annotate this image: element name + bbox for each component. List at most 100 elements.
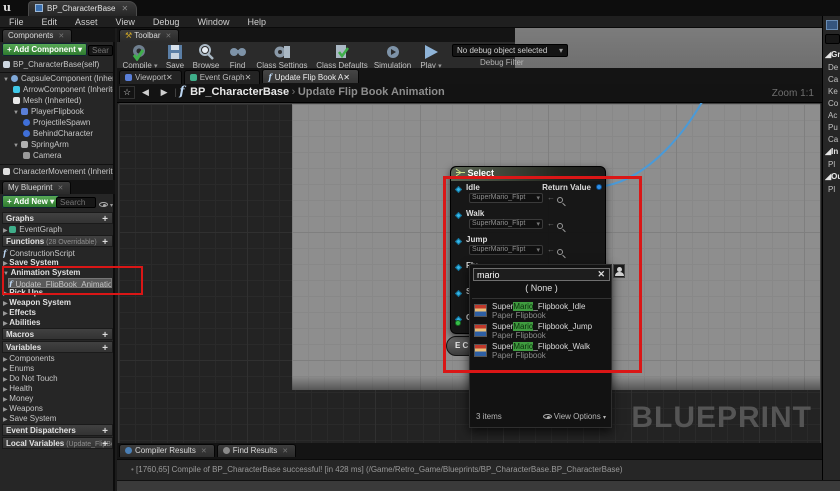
details-property-row[interactable]: De <box>828 63 840 72</box>
expand-arrow-icon[interactable]: ▼ <box>3 77 9 83</box>
add-icon[interactable]: + <box>102 426 108 436</box>
browse-asset-icon[interactable] <box>557 247 563 257</box>
graph-tab-viewport[interactable]: Viewport✕ <box>119 70 182 84</box>
myblueprint-item-animation-system[interactable]: ▼ Animation System <box>3 268 113 278</box>
tab-compiler-results[interactable]: Compiler Results✕ <box>119 444 215 457</box>
section-header-event-dispatchers[interactable]: Event Dispatchers+ <box>2 424 113 436</box>
component-row[interactable]: ▼PlayerFlipbook <box>13 107 113 118</box>
asset-item[interactable]: SuperMario_Flipbook_IdlePaper Flipbook <box>474 302 610 322</box>
graph-tab-event-graph[interactable]: Event Graph✕ <box>184 70 261 84</box>
use-asset-icon[interactable]: ← <box>547 219 555 228</box>
visibility-filter-icon[interactable]: ▾ <box>99 199 113 209</box>
view-options-button[interactable]: View Options ▾ <box>543 412 606 421</box>
select-node-header[interactable]: Select <box>451 167 605 181</box>
use-asset-icon[interactable]: ← <box>547 193 555 202</box>
toolbar-button-browse[interactable]: Browse <box>189 43 223 70</box>
component-row[interactable]: BehindCharacter <box>23 129 113 140</box>
myblueprint-item-abilities[interactable]: ▶ Abilities <box>3 318 113 328</box>
myblueprint-item-constructionscript[interactable]: fConstructionScript <box>3 248 113 258</box>
myblueprint-item-money[interactable]: ▶ Money <box>3 394 113 404</box>
menu-view[interactable]: View <box>107 16 144 27</box>
details-tab-icon[interactable] <box>826 20 838 30</box>
details-property-row[interactable]: Pu <box>828 123 840 132</box>
components-search-input[interactable] <box>88 45 113 56</box>
close-icon[interactable]: ✕ <box>245 73 252 82</box>
tab-components[interactable]: Components✕ <box>2 29 72 42</box>
details-property-row[interactable]: Ca <box>828 75 840 84</box>
toolbar-button-save[interactable]: Save <box>162 43 188 70</box>
browse-asset-icon[interactable] <box>557 195 563 205</box>
close-icon[interactable]: ✕ <box>57 185 63 192</box>
myblueprint-item-save-system[interactable]: ▶ Save System <box>3 258 113 268</box>
tab-find-results[interactable]: Find Results✕ <box>217 444 296 457</box>
menu-file[interactable]: File <box>0 16 33 27</box>
section-header-graphs[interactable]: Graphs+ <box>2 212 113 224</box>
myblueprint-item-eventgraph[interactable]: ▶ EventGraph <box>3 225 113 235</box>
close-icon[interactable]: ✕ <box>166 33 172 40</box>
details-property-row[interactable]: Ca <box>828 135 840 144</box>
myblueprint-item-components[interactable]: ▶ Components <box>3 354 113 364</box>
component-row[interactable]: Mesh (Inherited) <box>13 96 113 107</box>
details-property-row[interactable]: Co <box>828 99 840 108</box>
none-option[interactable]: ( None ) <box>470 283 613 293</box>
myblueprint-item-save-system[interactable]: ▶ Save System <box>3 414 113 424</box>
details-property-row[interactable]: Pl <box>828 160 840 169</box>
menu-window[interactable]: Window <box>188 16 238 27</box>
asset-select-dropdown[interactable]: SuperMario_Flipt▾ <box>469 193 543 203</box>
details-search-input[interactable] <box>825 34 840 44</box>
add-new-button[interactable]: + Add New ▾ <box>2 196 59 206</box>
myblueprint-item-health[interactable]: ▶ Health <box>3 384 113 394</box>
option-pin[interactable] <box>455 238 462 245</box>
asset-item[interactable]: SuperMario_Flipbook_JumpPaper Flipbook <box>474 322 610 342</box>
section-header-functions[interactable]: Functions (28 Overridable)+ <box>2 235 113 247</box>
component-row[interactable]: ▼CapsuleComponent (Inherited) <box>3 74 113 85</box>
myblueprint-item-weapon-system[interactable]: ▶ Weapon System <box>3 298 113 308</box>
add-icon[interactable]: + <box>102 214 108 224</box>
favorite-star-icon[interactable]: ☆ <box>119 86 135 99</box>
breadcrumb-root[interactable]: BP_CharacterBase <box>190 86 289 98</box>
toolbar-button-play[interactable]: Play ▾ <box>414 43 448 70</box>
myblueprint-item-enums[interactable]: ▶ Enums <box>3 364 113 374</box>
close-icon[interactable]: ✕ <box>201 448 207 455</box>
component-row[interactable]: CharacterMovement (Inherited) <box>3 167 113 178</box>
details-property-row[interactable]: Pl <box>828 185 840 194</box>
section-header-local-variables[interactable]: Local Variables (Update_FlipBook+ <box>2 437 113 449</box>
myblueprint-item-update_flipbook_animation[interactable]: fUpdate_FlipBook_Animation <box>8 278 112 288</box>
add-icon[interactable]: + <box>102 237 108 247</box>
nav-forward-icon[interactable]: ▶ <box>156 87 172 98</box>
section-header-variables[interactable]: Variables+ <box>2 341 113 353</box>
use-asset-icon[interactable]: ← <box>547 245 555 254</box>
component-row[interactable]: ▼SpringArm <box>13 140 113 151</box>
details-property-row[interactable]: Ke <box>828 87 840 96</box>
asset-item[interactable]: SuperMario_Flipbook_WalkPaper Flipbook <box>474 342 610 362</box>
option-pin[interactable] <box>455 290 462 297</box>
nav-back-icon[interactable]: ◀ <box>138 87 154 98</box>
myblueprint-item-weapons[interactable]: ▶ Weapons <box>3 404 113 414</box>
component-row[interactable]: Camera <box>23 151 113 162</box>
option-pin[interactable] <box>455 186 462 193</box>
asset-select-dropdown[interactable]: SuperMario_Flipt▾ <box>469 219 543 229</box>
tab-my-blueprint[interactable]: My Blueprint✕ <box>2 181 71 194</box>
expand-arrow-icon[interactable]: ▼ <box>13 143 19 149</box>
toolbar-button-class-defaults[interactable]: Class Defaults <box>313 43 371 70</box>
menu-help[interactable]: Help <box>238 16 275 27</box>
add-icon[interactable]: + <box>102 439 108 449</box>
component-row[interactable]: ArrowComponent (Inherited) <box>13 85 113 96</box>
myblueprint-item-pick-ups[interactable]: ▶ Pick Ups <box>3 288 113 298</box>
component-row[interactable]: BP_CharacterBase(self) <box>3 60 113 71</box>
details-section-header[interactable]: ◢Gr <box>825 50 840 59</box>
asset-select-dropdown[interactable]: SuperMario_Flipt▾ <box>469 245 543 255</box>
toolbar-button-compile[interactable]: Compile ▾ <box>120 43 160 70</box>
graph-tab-update-flip-book-a[interactable]: fUpdate Flip Book A✕ <box>262 69 359 83</box>
menu-debug[interactable]: Debug <box>144 16 189 27</box>
option-pin[interactable] <box>455 264 462 271</box>
add-icon[interactable]: + <box>102 343 108 353</box>
close-icon[interactable]: ✕ <box>166 73 173 82</box>
option-pin[interactable] <box>455 212 462 219</box>
tab-close-icon[interactable]: ✕ <box>121 4 128 13</box>
expand-arrow-icon[interactable]: ▼ <box>13 110 19 116</box>
add-icon[interactable]: + <box>102 330 108 340</box>
section-header-macros[interactable]: Macros+ <box>2 328 113 340</box>
document-tab[interactable]: BP_CharacterBase✕ <box>28 1 137 16</box>
myblueprint-item-do-not-touch[interactable]: ▶ Do Not Touch <box>3 374 113 384</box>
